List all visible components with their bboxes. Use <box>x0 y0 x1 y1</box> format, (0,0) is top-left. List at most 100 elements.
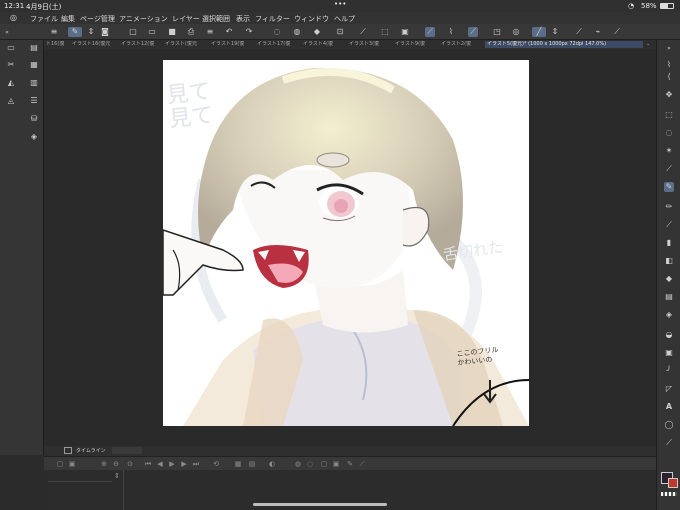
tab[interactable]: イラスト12(復 <box>119 41 161 48</box>
menu-window[interactable]: ウィンドウ <box>294 14 329 24</box>
history-icon[interactable]: ▥ <box>29 78 39 88</box>
move-icon[interactable]: ✥ <box>664 90 674 100</box>
tab[interactable]: ト16(復 <box>44 41 68 48</box>
folder-icon[interactable]: ▭ <box>6 43 16 53</box>
brush-icon[interactable]: ╱ <box>532 27 546 37</box>
cel-4-icon[interactable]: ◌ <box>306 460 314 468</box>
undo-arrow-icon[interactable]: ↶ <box>224 27 234 37</box>
tool-b-icon[interactable]: ⌁ <box>593 27 603 37</box>
sync-icon[interactable]: ◳ <box>492 27 502 37</box>
pen-small-icon[interactable]: ✎ <box>346 460 354 468</box>
updown-icon-2[interactable]: ⇕ <box>550 27 560 37</box>
grid-icon[interactable]: ⌇ <box>446 27 456 37</box>
lasso-tool-icon[interactable]: ◌ <box>664 128 674 138</box>
cel-icon[interactable]: ▦ <box>234 460 242 468</box>
hand-icon[interactable]: ⌇ <box>664 60 674 70</box>
sub-color-swatch[interactable] <box>668 478 678 488</box>
home-indicator[interactable] <box>253 503 387 506</box>
text-icon[interactable]: A <box>664 402 674 412</box>
tab[interactable]: イラスト2(復 <box>439 41 483 48</box>
first-frame-icon[interactable]: ⏮ <box>144 460 152 468</box>
navigator-icon[interactable]: ◬ <box>6 96 16 106</box>
cel-6-icon[interactable]: ▣ <box>332 460 340 468</box>
tab[interactable]: イラスト9(復 <box>393 41 437 48</box>
updown-icon[interactable]: ⇕ <box>86 27 96 37</box>
menu-animation[interactable]: アニメーション <box>119 14 168 24</box>
select-tool-icon[interactable]: ⬚ <box>664 110 674 120</box>
tool-a-icon[interactable]: ⟋ <box>574 27 584 37</box>
search-icon[interactable]: ◎ <box>511 27 521 37</box>
wand-icon[interactable]: ✶ <box>664 146 674 156</box>
ruler-tool-icon[interactable]: ◸ <box>664 384 674 394</box>
collapse-left-icon[interactable]: « <box>2 28 12 38</box>
collapse-right-icon[interactable]: » <box>664 44 674 54</box>
play-icon[interactable]: ▶ <box>168 460 176 468</box>
pencil-icon[interactable]: ✏ <box>664 202 674 212</box>
pen-icon[interactable]: ✎ <box>664 182 674 192</box>
crop-icon[interactable]: ▣ <box>400 27 410 37</box>
layer-props-icon[interactable]: ▤ <box>29 43 39 53</box>
loop-icon[interactable]: ⟲ <box>212 460 220 468</box>
brush-small-icon[interactable]: ⟋ <box>358 460 366 468</box>
eraser-icon[interactable]: ⟋ <box>358 27 368 37</box>
artwork-canvas[interactable]: 見て見て 舌切れた ここのフリル かわいいの <box>163 60 529 426</box>
select-icon[interactable]: ⬚ <box>380 27 390 37</box>
transform-icon[interactable]: ⊡ <box>335 27 345 37</box>
brush-tool-icon[interactable]: ⟋ <box>664 220 674 230</box>
timeline-tab-2[interactable] <box>112 447 142 454</box>
undo-icon[interactable]: ≡ <box>205 27 215 37</box>
tool-c-icon[interactable]: ⟋ <box>612 27 622 37</box>
material-icon[interactable]: ✂ <box>6 60 16 70</box>
next-frame-icon[interactable]: ▶ <box>180 460 188 468</box>
lasso-icon[interactable]: ◍ <box>292 27 302 37</box>
tab-active[interactable]: イラスト5(復元)* (1000 x 1000px 72dpi 147.0%) <box>485 41 643 48</box>
transparent-color-icon[interactable] <box>661 492 677 496</box>
tab[interactable]: イラスト19(復 <box>209 41 253 48</box>
cel-3-icon[interactable]: ◍ <box>294 460 302 468</box>
list-icon[interactable]: ☰ <box>29 96 39 106</box>
menu-edit[interactable]: 編集 <box>61 14 75 24</box>
database-icon[interactable]: ⛁ <box>29 114 39 124</box>
prev-frame-icon[interactable]: ◀ <box>156 460 164 468</box>
menu-view[interactable]: 表示 <box>236 14 250 24</box>
eraser-tool-icon[interactable]: ◆ <box>664 274 674 284</box>
color-set-icon[interactable]: ▦ <box>29 60 39 70</box>
fill-icon[interactable]: ◌ <box>272 27 282 37</box>
gradient-icon[interactable]: ◈ <box>664 310 674 320</box>
shape-icon[interactable]: ◒ <box>664 330 674 340</box>
tab[interactable]: イラスト3(復 <box>347 41 391 48</box>
curve-icon[interactable]: ╯ <box>664 366 674 376</box>
camera-icon[interactable]: ◙ <box>100 27 110 37</box>
blend-icon[interactable]: ◧ <box>664 256 674 266</box>
new-file-icon[interactable]: ▢ <box>128 27 138 37</box>
zoom-out-icon[interactable]: ⊖ <box>112 460 120 468</box>
menu-file[interactable]: ファイル <box>30 14 58 24</box>
track-updown-icon[interactable]: ⇕ <box>114 472 120 480</box>
tab[interactable]: イラスト(復元 <box>163 41 207 48</box>
zoom-icon[interactable]: ⟨ <box>664 72 674 82</box>
tab[interactable]: イラスト17(復 <box>255 41 299 48</box>
cel-2-icon[interactable]: ▤ <box>248 460 256 468</box>
last-frame-icon[interactable]: ⏭ <box>192 460 200 468</box>
menu-filter[interactable]: フィルター <box>255 14 290 24</box>
balloon-icon[interactable]: ◯ <box>664 420 674 430</box>
stabilizer-icon[interactable]: ⟋ <box>468 27 478 37</box>
airbrush-icon[interactable]: ▮ <box>664 238 674 248</box>
redo-icon[interactable]: ↷ <box>244 27 254 37</box>
timeline-label[interactable]: タイムライン <box>76 447 106 454</box>
timeline-new-icon[interactable]: ▢ <box>56 460 64 468</box>
color-swatch-icon[interactable]: ■ <box>167 27 177 37</box>
bucket-icon[interactable]: ◆ <box>312 27 322 37</box>
fit-icon[interactable]: ⊙ <box>126 460 134 468</box>
menu-selection[interactable]: 選択範囲 <box>202 14 230 24</box>
eyedropper-icon[interactable]: ⟋ <box>664 164 674 174</box>
app-logo-icon[interactable]: ◎ <box>10 13 17 22</box>
print-icon[interactable]: ⎙ <box>186 27 196 37</box>
correction-icon[interactable]: ⟋ <box>664 438 674 448</box>
zoom-in-icon[interactable]: ⊕ <box>100 460 108 468</box>
menu-page[interactable]: ページ管理 <box>80 14 115 24</box>
timeline-track-list[interactable]: ⇕ <box>44 470 124 510</box>
open-icon[interactable]: ▭ <box>147 27 157 37</box>
tab[interactable]: イラスト16(復元 <box>70 41 117 48</box>
tab[interactable]: イラスト4(復 <box>301 41 345 48</box>
